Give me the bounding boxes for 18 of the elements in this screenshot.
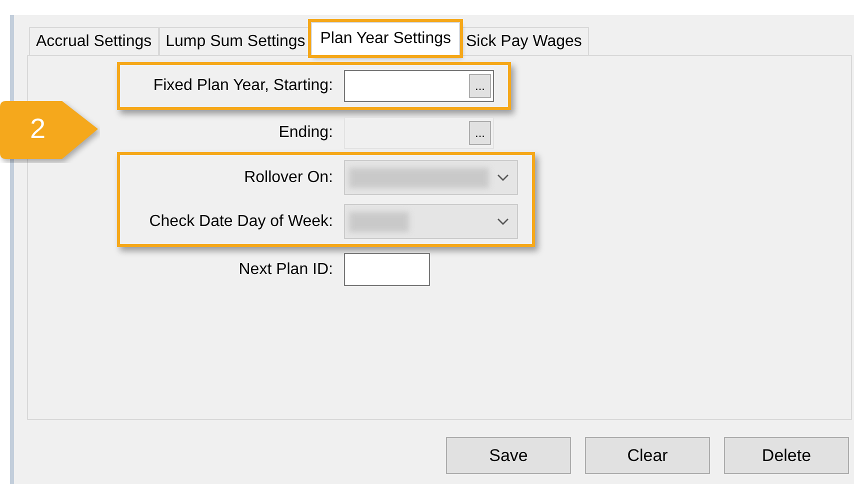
field-label: Next Plan ID: [238, 260, 333, 280]
action-button[interactable]: Delete [724, 437, 849, 474]
tab[interactable]: Accrual Settings [29, 27, 159, 55]
ellipsis-button[interactable]: ... [469, 74, 491, 98]
dropdown[interactable] [344, 160, 518, 195]
field-label: Ending: [278, 123, 333, 143]
callout-number: 2 [30, 112, 46, 146]
action-button[interactable]: Save [446, 437, 571, 474]
field-label: Fixed Plan Year, Starting: [152, 76, 333, 96]
tab[interactable]: Plan Year Settings [311, 22, 460, 55]
field-label: Rollover On: [243, 168, 333, 188]
date-field[interactable]: ... [344, 70, 494, 102]
chevron-down-icon [497, 218, 509, 226]
action-button[interactable]: Clear [585, 437, 710, 474]
field-label: Check Date Day of Week: [148, 212, 333, 232]
dropdown[interactable] [344, 204, 518, 239]
text-field[interactable] [344, 253, 430, 286]
chevron-down-icon [497, 174, 509, 182]
